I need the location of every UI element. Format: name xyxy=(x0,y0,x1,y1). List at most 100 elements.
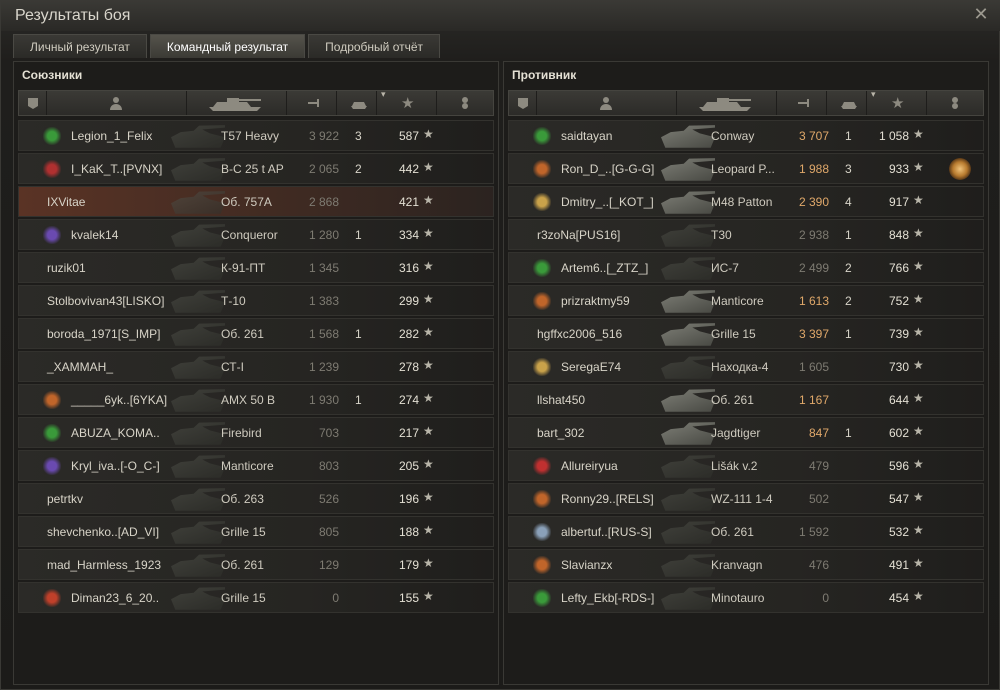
col-achievements[interactable] xyxy=(927,91,983,115)
table-row[interactable]: prizraktmy59 Manticore 1 613 2 752 ★ xyxy=(508,285,984,316)
player-name[interactable]: SeregaE74 xyxy=(561,360,621,374)
col-player[interactable] xyxy=(47,91,187,115)
player-name[interactable]: Artem6..[_ZTZ_] xyxy=(561,261,648,275)
table-row[interactable]: shevchenko..[AD_VI] Grille 15 805 188 ★ xyxy=(18,516,494,547)
tab-team-result[interactable]: Командный результат xyxy=(149,34,306,58)
table-row[interactable]: ruzik01 К-91-ПТ 1 345 316 ★ xyxy=(18,252,494,283)
player-name[interactable]: _____6yk..[6YKA] xyxy=(71,393,167,407)
player-name[interactable]: Slavianzx xyxy=(561,558,612,572)
table-row[interactable]: _____6yk..[6YKA] AMX 50 B 1 930 1 274 ★ xyxy=(18,384,494,415)
player-name[interactable]: kvalek14 xyxy=(71,228,118,242)
player-name[interactable]: I_KaK_T..[PVNX] xyxy=(71,162,162,176)
tab-detailed-report[interactable]: Подробный отчёт xyxy=(308,34,441,58)
player-name[interactable]: petrtkv xyxy=(47,492,83,506)
table-row[interactable]: r3zoNa[PUS16] T30 2 938 1 848 ★ xyxy=(508,219,984,250)
table-row[interactable]: Kryl_iva..[-O_C-] Manticore 803 205 ★ xyxy=(18,450,494,481)
col-vehicle[interactable] xyxy=(677,91,777,115)
player-icon xyxy=(600,97,612,110)
player-name[interactable]: Legion_1_Felix xyxy=(71,129,152,143)
table-row[interactable]: Legion_1_Felix T57 Heavy 3 922 3 587 ★ xyxy=(18,120,494,151)
tank-icon xyxy=(171,521,225,544)
tank-icon xyxy=(661,488,715,511)
table-row[interactable]: albertuf..[RUS-S] Об. 261 1 592 532 ★ xyxy=(508,516,984,547)
xp-value: 278 xyxy=(398,360,419,374)
col-vehicle[interactable] xyxy=(187,91,287,115)
table-row[interactable]: saidtayan Conway 3 707 1 1 058 ★ xyxy=(508,120,984,151)
kills-value: 1 xyxy=(355,228,362,242)
clan-emblem-icon xyxy=(533,490,551,508)
table-row[interactable]: Dmitry_..[_KOT_] M48 Patton 2 390 4 917 ★ xyxy=(508,186,984,217)
player-name[interactable]: saidtayan xyxy=(561,129,612,143)
col-squad[interactable] xyxy=(19,91,47,115)
xp-value: 587 xyxy=(398,129,419,143)
table-row[interactable]: _XAMMAH_ СТ-I 1 239 278 ★ xyxy=(18,351,494,382)
table-row[interactable]: Slavianzx Kranvagn 476 491 ★ xyxy=(508,549,984,580)
table-row[interactable]: IXVitae Об. 757А 2 868 421 ★ xyxy=(18,186,494,217)
table-row[interactable]: Ronny29..[RELS] WZ-111 1-4 502 547 ★ xyxy=(508,483,984,514)
close-icon[interactable]: ✕ xyxy=(971,4,991,24)
player-name[interactable]: IXVitae xyxy=(47,195,85,209)
table-row[interactable]: kvalek14 Conqueror 1 280 1 334 ★ xyxy=(18,219,494,250)
vehicle-name: Jagdtiger xyxy=(711,426,761,440)
xp-value: 730 xyxy=(888,360,909,374)
tab-personal-result[interactable]: Личный результат xyxy=(13,34,147,58)
player-name[interactable]: r3zoNa[PUS16] xyxy=(537,228,620,242)
player-name[interactable]: Stolbovivan43[LISKO] xyxy=(47,294,164,308)
player-name[interactable]: shevchenko..[AD_VI] xyxy=(47,525,159,539)
table-row[interactable]: petrtkv Об. 263 526 196 ★ xyxy=(18,483,494,514)
table-row[interactable]: Lefty_Ekb[-RDS-] Minotauro 0 454 ★ xyxy=(508,582,984,613)
player-name[interactable]: llshat450 xyxy=(537,393,585,407)
col-damage[interactable] xyxy=(287,91,337,115)
player-name[interactable]: Diman23_6_20.. xyxy=(71,591,159,605)
allies-panel: Союзники ▾ ★ Legion_1_Felix T57 Heavy 3 … xyxy=(13,61,499,685)
player-name[interactable]: Dmitry_..[_KOT_] xyxy=(561,195,654,209)
player-name[interactable]: Allureiryua xyxy=(561,459,618,473)
col-xp[interactable]: ▾ ★ xyxy=(867,89,927,115)
player-name[interactable]: ruzik01 xyxy=(47,261,86,275)
player-name[interactable]: albertuf..[RUS-S] xyxy=(561,525,652,539)
table-row[interactable]: Diman23_6_20.. Grille 15 0 155 ★ xyxy=(18,582,494,613)
tank-icon xyxy=(171,257,225,280)
table-row[interactable]: hgffxc2006_516 Grille 15 3 397 1 739 ★ xyxy=(508,318,984,349)
damage-value: 1 605 xyxy=(798,360,829,374)
vehicle-name: AMX 50 B xyxy=(221,393,276,407)
player-name[interactable]: hgffxc2006_516 xyxy=(537,327,622,341)
table-row[interactable]: mad_Harmless_1923 Об. 261 129 179 ★ xyxy=(18,549,494,580)
player-name[interactable]: bart_302 xyxy=(537,426,584,440)
player-name[interactable]: Kryl_iva..[-O_C-] xyxy=(71,459,160,473)
player-name[interactable]: Ronny29..[RELS] xyxy=(561,492,654,506)
damage-value: 1 613 xyxy=(798,294,829,308)
col-kills[interactable] xyxy=(827,91,867,115)
table-row[interactable]: Allureiryua Lišák v.2 479 596 ★ xyxy=(508,450,984,481)
xp-value: 274 xyxy=(398,393,419,407)
col-kills[interactable] xyxy=(337,91,377,115)
tank-icon xyxy=(661,224,715,247)
table-row[interactable]: ABUZA_KOMA.. Firebird 703 217 ★ xyxy=(18,417,494,448)
xp-value: 532 xyxy=(888,525,909,539)
table-row[interactable]: bart_302 Jagdtiger 847 1 602 ★ xyxy=(508,417,984,448)
achievement-medal-icon[interactable] xyxy=(949,158,971,180)
player-name[interactable]: mad_Harmless_1923 xyxy=(47,558,161,572)
player-name[interactable]: Lefty_Ekb[-RDS-] xyxy=(561,591,654,605)
col-squad[interactable] xyxy=(509,91,537,115)
col-xp[interactable]: ▾ ★ xyxy=(377,89,437,115)
table-row[interactable]: Stolbovivan43[LISKO] Т-10 1 383 299 ★ xyxy=(18,285,494,316)
damage-value: 1 988 xyxy=(798,162,829,176)
col-player[interactable] xyxy=(537,91,677,115)
vehicle-name: Об. 261 xyxy=(221,327,264,341)
table-row[interactable]: boroda_1971[S_IMP] Об. 261 1 568 1 282 ★ xyxy=(18,318,494,349)
player-name[interactable]: Ron_D_..[G-G-G] xyxy=(561,162,654,176)
xp-value: 596 xyxy=(888,459,909,473)
damage-value: 703 xyxy=(318,426,339,440)
table-row[interactable]: Artem6..[_ZTZ_] ИС-7 2 499 2 766 ★ xyxy=(508,252,984,283)
table-row[interactable]: SeregaE74 Находка-4 1 605 730 ★ xyxy=(508,351,984,382)
col-achievements[interactable] xyxy=(437,91,493,115)
table-row[interactable]: Ron_D_..[G-G-G] Leopard P... 1 988 3 933 ★ xyxy=(508,153,984,184)
player-name[interactable]: _XAMMAH_ xyxy=(47,360,113,374)
table-row[interactable]: llshat450 Об. 261 1 167 644 ★ xyxy=(508,384,984,415)
player-name[interactable]: boroda_1971[S_IMP] xyxy=(47,327,160,341)
player-name[interactable]: prizraktmy59 xyxy=(561,294,630,308)
col-damage[interactable] xyxy=(777,91,827,115)
table-row[interactable]: I_KaK_T..[PVNX] B-C 25 t AP 2 065 2 442 ★ xyxy=(18,153,494,184)
player-name[interactable]: ABUZA_KOMA.. xyxy=(71,426,160,440)
